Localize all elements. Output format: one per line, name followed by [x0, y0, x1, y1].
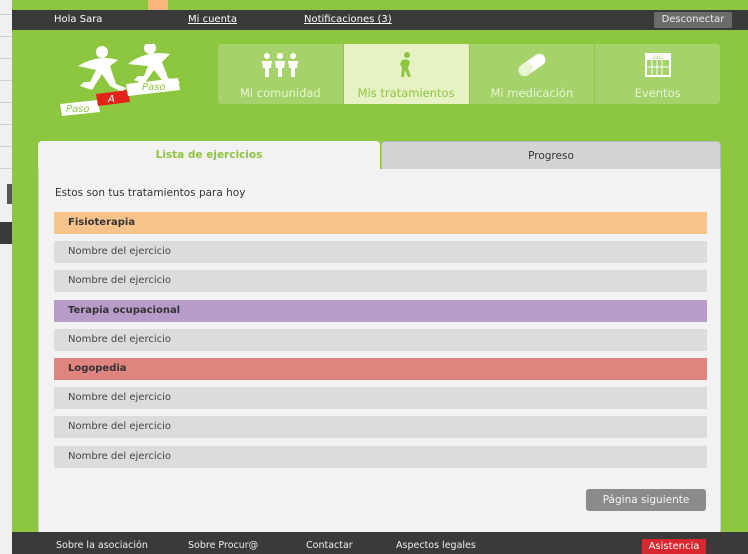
- notifications-link[interactable]: Notificaciones (3): [304, 14, 392, 25]
- logo-word-1: Paso: [66, 104, 90, 115]
- treatments-card: Lista de ejercicios Progreso Estos son t…: [38, 141, 721, 532]
- nav-item-community[interactable]: Mi comunidad: [218, 44, 343, 104]
- logout-button[interactable]: Desconectar: [654, 12, 732, 28]
- nav-item-medication[interactable]: Mi medicación: [469, 44, 595, 104]
- tab-progress[interactable]: Progreso: [381, 141, 721, 169]
- footer-about-link[interactable]: Sobre la asociación: [56, 540, 148, 551]
- nav-label-medication: Mi medicación: [490, 86, 574, 100]
- footer-procura-link[interactable]: Sobre Procur@: [188, 540, 258, 551]
- logo-word-3: Paso: [142, 82, 166, 93]
- category-header: Logopedia: [54, 358, 707, 380]
- nav-label-community: Mi comunidad: [239, 86, 321, 100]
- greeting: Hola Sara: [54, 14, 103, 25]
- exercise-item[interactable]: Nombre del ejercicio: [54, 241, 707, 264]
- account-link[interactable]: Mi cuenta: [188, 14, 237, 25]
- exercise-item[interactable]: Nombre del ejercicio: [54, 416, 707, 439]
- main-nav: Mi comunidad Mis tratamientos Mi medicac…: [218, 44, 720, 104]
- pill-icon: [518, 53, 546, 77]
- tab-exercise-list[interactable]: Lista de ejercicios: [38, 141, 380, 169]
- exercise-item[interactable]: Nombre del ejercicio: [54, 270, 707, 293]
- header: Paso A Paso Mi comunidad Mis tratamiento…: [12, 30, 748, 120]
- footer-legal-link[interactable]: Aspectos legales: [396, 540, 476, 551]
- logo[interactable]: Paso A Paso: [58, 44, 198, 116]
- intro-text: Estos son tus tratamientos para hoy: [55, 187, 246, 199]
- calendar-year: 2012: [653, 55, 664, 60]
- exercise-item[interactable]: Nombre del ejercicio: [54, 445, 707, 468]
- category-header: Terapia ocupacional: [54, 299, 707, 322]
- background-tab-fragment: [148, 0, 168, 10]
- logo-word-2: A: [107, 94, 115, 105]
- exercise-item[interactable]: Nombre del ejercicio: [54, 328, 707, 351]
- nav-item-treatments[interactable]: Mis tratamientos: [343, 44, 469, 104]
- calendar-icon: 2012: [644, 53, 671, 77]
- footer-contact-link[interactable]: Contactar: [306, 540, 353, 551]
- people-icon: [262, 53, 299, 77]
- nav-label-events: Eventos: [634, 86, 681, 100]
- exercise-panel: Estos son tus tratamientos para hoy Fisi…: [38, 169, 721, 532]
- exercise-item[interactable]: Nombre del ejercicio: [54, 387, 707, 410]
- top-bar: Hola Sara Mi cuenta Notificaciones (3) D…: [12, 10, 748, 30]
- exercise-icon: [400, 52, 412, 77]
- background-strip: [0, 0, 12, 554]
- nav-item-events[interactable]: 2012 Eventos: [595, 44, 720, 104]
- help-button[interactable]: Asistencia: [642, 539, 706, 554]
- footer: Sobre la asociación Sobre Procur@ Contac…: [12, 532, 748, 554]
- category-header: Fisioterapia: [54, 212, 707, 234]
- nav-label-treatments: Mis tratamientos: [357, 86, 455, 100]
- next-page-button[interactable]: Página siguiente: [586, 489, 706, 511]
